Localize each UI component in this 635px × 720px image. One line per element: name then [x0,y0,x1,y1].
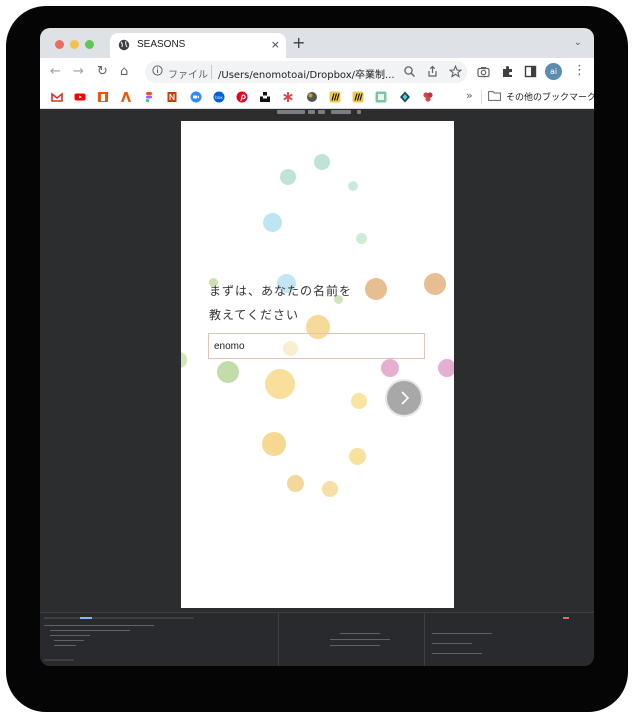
reload-button[interactable]: ↻ [97,65,108,79]
devtools-style-line [432,643,472,644]
tab-title: SEASONS [137,39,186,50]
devtools-dom-line [54,640,84,641]
close-window-button[interactable] [55,40,64,49]
info-icon[interactable] [152,65,163,76]
devtools-split[interactable] [424,613,425,666]
decor-circle [365,278,387,300]
flower-bookmark-icon[interactable] [422,91,434,103]
zoom-icon[interactable] [403,65,416,78]
globe-icon [118,39,130,51]
device-emulation-toolbar[interactable] [277,109,367,115]
url-scheme-label: ファイル [168,70,208,81]
decor-circle [280,169,296,185]
tab-close-icon[interactable]: × [271,38,280,51]
chevron-right-icon [401,391,410,405]
side-panel-icon[interactable] [524,65,537,78]
other-bookmarks-label[interactable]: その他のブックマーク [506,90,594,103]
gmail-bookmark-icon[interactable] [51,91,63,103]
address-bar[interactable]: ファイル /Users/enomotoai/Dropbox/卒業制... [145,61,467,83]
unsplash-bookmark-icon[interactable] [259,91,271,103]
decor-circle [351,393,367,409]
pinterest-bookmark-icon[interactable] [236,91,248,103]
youtube-bookmark-icon[interactable] [74,91,86,103]
zoom-bookmark-icon[interactable] [190,91,202,103]
tab-seasons[interactable]: SEASONS × [110,33,286,58]
decor-circle [424,273,446,295]
devtools-console-line [330,639,390,640]
name-input[interactable] [208,333,425,359]
bookmarks-divider [481,90,482,104]
decor-circle [262,432,286,456]
devtools-dom-line [50,635,90,636]
prompt-line-2: 教えてください [209,308,300,322]
devtools-error-badge[interactable] [563,617,569,619]
canvas-bookmark-icon[interactable] [375,91,387,103]
devtools-style-line [432,653,482,654]
asterisk-bookmark-icon[interactable] [282,91,294,103]
camera-icon[interactable] [477,65,490,78]
profile-avatar[interactable]: ai [545,63,562,80]
chrome-menu-icon[interactable]: ⋮ [573,63,586,78]
decor-circle [217,361,239,383]
decor-circle [265,369,295,399]
office-bookmark-icon[interactable] [97,91,109,103]
devtools-style-line [432,633,492,634]
browser-toolbar: ← → ↻ ⌂ ファイル /Users/enomotoai/Dropbox/卒業… [40,58,594,86]
gem-bookmark-icon[interactable] [399,91,411,103]
decor-circle [381,359,399,377]
name-prompt: まずは、あなたの名前を 教えてください [209,279,352,327]
devtools-console-line [330,645,380,646]
miro-bookmark-icon[interactable] [329,91,341,103]
prompt-line-1: まずは、あなたの名前を [209,284,353,298]
devtools-tabbar[interactable] [44,617,194,619]
devtools-panel [40,612,594,666]
svg-text:box: box [215,95,223,100]
next-button[interactable] [385,379,423,417]
share-icon[interactable] [426,65,439,78]
figma-bookmark-icon[interactable] [143,91,155,103]
app-screen: まずは、あなたの名前を 教えてください [181,121,454,608]
decor-circle [348,181,358,191]
decor-circle [287,475,304,492]
bookmarks-bar: box » その他のブックマーク [40,86,594,109]
decor-circle [314,154,330,170]
devtools-active-tab[interactable] [80,617,92,619]
bookmark-star-icon[interactable] [449,65,462,78]
home-button[interactable]: ⌂ [120,65,128,79]
folder-icon [488,91,501,101]
extensions-puzzle-icon[interactable] [501,65,514,78]
devtools-dom-line [54,645,76,646]
decor-circle [349,448,366,465]
decor-circle [438,359,454,377]
bookmarks-overflow-button[interactable]: » [466,89,473,102]
url-separator [211,65,212,79]
maximize-window-button[interactable] [85,40,94,49]
decor-circle [181,352,187,368]
decor-circle [263,213,282,232]
browser-window: SEASONS × + ⌄ ← → ↻ ⌂ ファイル /Users/enomot… [40,28,594,666]
devtools-dom-line [50,630,130,631]
devtools-console-line [340,633,380,634]
forward-button[interactable]: → [73,65,84,79]
page-viewport: まずは、あなたの名前を 教えてください [40,109,594,612]
tab-search-icon[interactable]: ⌄ [574,37,582,48]
decor-circle [322,481,338,497]
url-text[interactable]: /Users/enomotoai/Dropbox/卒業制... [218,66,395,81]
devtools-bottom-tab[interactable] [44,659,74,661]
sphere-bookmark-icon[interactable] [306,91,318,103]
box-bookmark-icon[interactable]: box [213,91,225,103]
notion-bookmark-icon[interactable] [166,91,178,103]
devtools-dom-line [44,625,154,626]
new-tab-button[interactable]: + [292,33,305,52]
adobe-bookmark-icon[interactable] [120,91,132,103]
devtools-split[interactable] [278,613,279,666]
tab-strip: SEASONS × + ⌄ [40,28,594,58]
miro-bookmark-icon-2[interactable] [352,91,364,103]
back-button[interactable]: ← [50,65,61,79]
minimize-window-button[interactable] [70,40,79,49]
decor-circle [356,233,367,244]
